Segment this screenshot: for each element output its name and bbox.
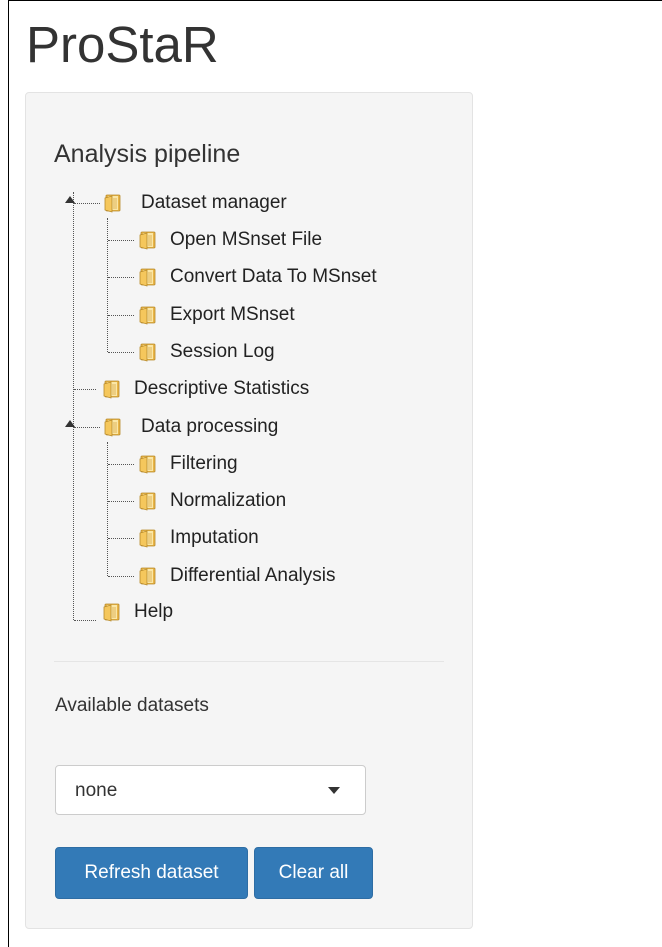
app-title: ProStaR xyxy=(26,16,219,73)
tree-node-export-msnset[interactable]: Export MSnset xyxy=(138,302,295,328)
folder-icon xyxy=(138,454,158,474)
tree-connector xyxy=(74,389,96,390)
tree-node-differential-analysis[interactable]: Differential Analysis xyxy=(138,563,335,589)
refresh-dataset-button[interactable]: Refresh dataset xyxy=(55,847,248,899)
tree-node-descriptive-statistics[interactable]: Descriptive Statistics xyxy=(102,376,309,402)
folder-icon xyxy=(138,491,158,511)
folder-icon xyxy=(102,602,122,622)
tree-connector xyxy=(74,427,100,428)
tree-connector xyxy=(74,203,100,204)
folder-icon xyxy=(103,417,123,437)
tree-connector xyxy=(108,538,134,539)
tree-node-session-log[interactable]: Session Log xyxy=(138,339,275,365)
tree-connector xyxy=(108,464,134,465)
tree-node-imputation[interactable]: Imputation xyxy=(138,525,259,551)
folder-icon xyxy=(138,342,158,362)
tree-node-label: Differential Analysis xyxy=(170,565,336,586)
tree-node-label: Normalization xyxy=(170,490,287,511)
tree-node-dataset-manager[interactable]: Dataset manager xyxy=(103,190,287,216)
tree-node-normalization[interactable]: Normalization xyxy=(138,488,286,514)
datasets-select[interactable]: none xyxy=(55,765,366,815)
tree-node-open-msnset-file[interactable]: Open MSnset File xyxy=(138,227,322,253)
collapse-toggle-icon[interactable] xyxy=(65,420,75,427)
clear-all-button[interactable]: Clear all xyxy=(254,847,373,899)
tree-node-convert-data[interactable]: Convert Data To MSnset xyxy=(138,264,377,290)
tree-node-label: Imputation xyxy=(170,527,259,548)
datasets-label: Available datasets xyxy=(55,695,209,716)
tree-connector xyxy=(108,501,134,502)
folder-icon xyxy=(138,566,158,586)
folder-icon xyxy=(102,379,122,399)
tree-connector xyxy=(74,620,96,621)
tree-node-filtering[interactable]: Filtering xyxy=(138,451,238,477)
tree-node-label: Filtering xyxy=(170,453,238,474)
folder-icon xyxy=(138,305,158,325)
section-divider xyxy=(54,661,444,662)
tree-node-label: Session Log xyxy=(170,341,275,362)
tree-branch-line-dataset-manager xyxy=(107,218,108,352)
datasets-select-value: none xyxy=(75,780,118,801)
tree-node-label: Descriptive Statistics xyxy=(134,378,310,399)
caret-down-icon xyxy=(328,787,340,794)
folder-icon xyxy=(138,230,158,250)
folder-icon xyxy=(138,267,158,287)
tree-branch-line-data-processing xyxy=(107,442,108,576)
window-border-left xyxy=(8,0,9,947)
section-title: Analysis pipeline xyxy=(54,140,241,168)
tree-node-data-processing[interactable]: Data processing xyxy=(103,414,278,440)
folder-icon xyxy=(103,193,123,213)
tree-root-line xyxy=(73,192,74,620)
tree-connector xyxy=(108,576,134,577)
tree-connector xyxy=(108,315,134,316)
tree-node-label: Open MSnset File xyxy=(170,229,323,250)
tree-node-label: Data processing xyxy=(141,416,279,437)
tree-connector xyxy=(108,240,134,241)
tree-node-label: Export MSnset xyxy=(170,304,295,325)
tree-node-label: Help xyxy=(134,601,174,622)
tree-connector xyxy=(108,277,134,278)
tree-node-label: Convert Data To MSnset xyxy=(170,266,377,287)
folder-icon xyxy=(138,528,158,548)
tree-node-label: Dataset manager xyxy=(141,192,287,213)
collapse-toggle-icon[interactable] xyxy=(65,196,75,203)
window-border-top xyxy=(8,0,662,1)
tree-node-help[interactable]: Help xyxy=(102,599,173,625)
tree-connector xyxy=(108,352,134,353)
